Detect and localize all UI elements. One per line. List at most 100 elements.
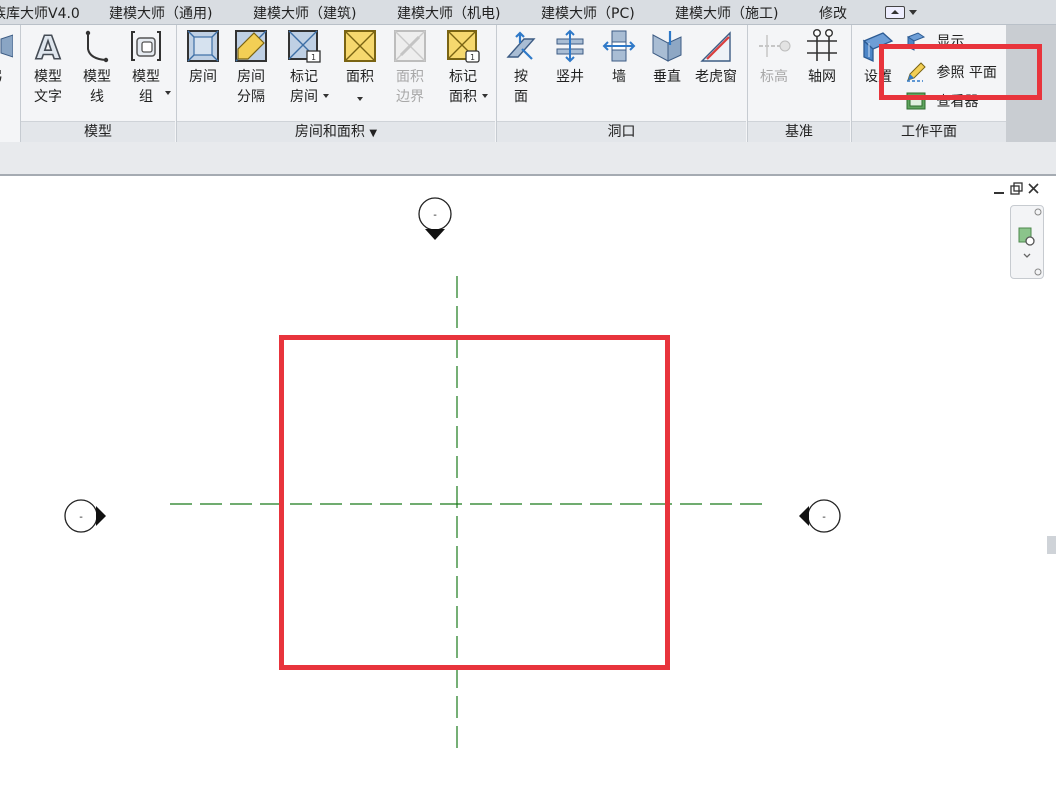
grid-button[interactable]: 轴网 (798, 29, 846, 87)
wall-opening-icon (602, 30, 636, 62)
ribbon: 弓 A 模型 文字 模型 线 模型 组 模型 房间 (0, 25, 1006, 143)
shaft-icon (556, 29, 584, 63)
partial-left-button[interactable]: 弓 (0, 29, 20, 87)
set-workplane-icon (862, 32, 894, 63)
chevron-down-icon[interactable] (1023, 253, 1031, 258)
reference-plane-label: 参照 平面 (936, 65, 997, 81)
shaft-label: 竖井 (556, 69, 584, 85)
minimize-icon[interactable] (994, 192, 1004, 194)
model-text-icon: A (35, 29, 62, 63)
tag-room-icon: 1 (288, 30, 321, 63)
set-workplane-button[interactable]: 设置 (854, 29, 902, 87)
area-boundary-icon (394, 30, 426, 62)
area-button[interactable]: 面积 (336, 29, 384, 87)
model-text-label: 模型 文字 (34, 69, 62, 105)
grid-label: 轴网 (808, 69, 836, 85)
dormer-icon (700, 31, 731, 62)
level-icon (759, 35, 791, 57)
elevation-marker-right-label: - (822, 512, 826, 523)
drawing-svg: - - - (64, 197, 841, 756)
room-label: 房间 (189, 69, 217, 85)
model-line-button[interactable]: 模型 线 (73, 29, 121, 107)
dropdown-arrow-icon (357, 97, 363, 101)
panel-expand-icon: ▼ (369, 128, 378, 139)
by-face-button[interactable]: 按 面 (497, 29, 545, 107)
elevation-marker-left-label: - (79, 512, 83, 523)
model-line-label: 模型 线 (83, 69, 111, 105)
show-workplane-button[interactable]: 显示 (906, 31, 964, 53)
grid-icon (807, 29, 837, 61)
svg-text:1: 1 (470, 53, 475, 62)
shaft-button[interactable]: 竖井 (546, 29, 594, 87)
tab-modify[interactable]: 修改 (819, 3, 847, 23)
tag-area-button[interactable]: 1 标记 面积 (439, 29, 487, 107)
panel-title-datum: 基准 (748, 121, 850, 143)
ribbon-display-toggle[interactable] (885, 4, 917, 19)
dropdown-arrow-icon (165, 91, 171, 95)
dormer-button[interactable]: 老虎窗 (692, 29, 740, 87)
ribbon-toggle-icon (885, 6, 905, 19)
vertical-opening-icon (652, 31, 682, 62)
panel-title-room-area[interactable]: 房间和面积 ▼ (177, 121, 495, 143)
model-text-button[interactable]: A 模型 文字 (24, 29, 72, 107)
model-group-icon (131, 31, 161, 61)
partial-left-label: 弓 (0, 67, 20, 87)
dormer-label: 老虎窗 (695, 69, 737, 85)
room-separator-button[interactable]: 房间 分隔 (227, 29, 275, 107)
reference-plane-button[interactable]: 参照 平面 (906, 62, 997, 84)
vertical-opening-button[interactable]: 垂直 (643, 29, 691, 87)
workplane-viewer-icon (906, 92, 926, 110)
tab-modeling-mep[interactable]: 建模大师（机电) (397, 3, 500, 23)
room-separator-icon (235, 30, 267, 62)
tab-modeling-pc[interactable]: 建模大师（PC) (541, 3, 635, 23)
tag-room-button[interactable]: 1 标记 房间 (280, 29, 328, 107)
workplane-viewer-button[interactable]: 查看器 (906, 91, 978, 113)
scrollbar-thumb[interactable] (1047, 536, 1056, 554)
model-group-button[interactable]: 模型 组 (122, 29, 170, 107)
dropdown-arrow-icon (909, 10, 917, 15)
area-boundary-label: 面积 边界 (396, 69, 424, 105)
tag-area-icon: 1 (447, 30, 480, 63)
elevation-marker-top[interactable]: - (418, 197, 452, 240)
wall-opening-button[interactable]: 墙 (595, 29, 643, 87)
wall-opening-label: 墙 (612, 69, 626, 85)
navbar-close-icon[interactable] (1034, 208, 1042, 216)
view-window-controls (992, 182, 1044, 196)
elevation-marker-left[interactable]: - (64, 499, 106, 533)
elevation-marker-right[interactable]: - (799, 499, 841, 533)
level-label: 标高 (760, 69, 788, 85)
ribbon-empty-area (1006, 25, 1056, 142)
workplane-viewer-label: 查看器 (936, 94, 979, 110)
area-boundary-button[interactable]: 面积 边界 (386, 29, 434, 107)
navigation-bar (1010, 205, 1044, 279)
menu-tab-bar: 族库大师V4.0 建模大师（通用) 建模大师（建筑) 建模大师（机电) 建模大师… (0, 0, 1056, 25)
room-button[interactable]: 房间 (179, 29, 227, 87)
by-face-icon (506, 31, 536, 60)
navbar-options-icon[interactable] (1034, 268, 1042, 276)
tab-family-library[interactable]: 族库大师V4.0 (0, 3, 80, 23)
tab-modeling-architecture[interactable]: 建模大师（建筑) (253, 3, 356, 23)
area-icon (344, 30, 376, 62)
close-icon[interactable] (1028, 183, 1039, 194)
model-line-icon (85, 30, 109, 63)
dropdown-arrow-icon (482, 94, 488, 98)
by-face-label: 按 面 (514, 69, 528, 105)
tag-area-label: 标记 面积 (449, 69, 477, 105)
zoom-icon[interactable] (1018, 227, 1035, 246)
partial-icon (0, 34, 13, 58)
drawing-canvas[interactable]: - - - (0, 176, 1056, 795)
tab-modeling-construction[interactable]: 建模大师（施工) (675, 3, 778, 23)
dropdown-arrow-icon (323, 94, 329, 98)
tab-modeling-general[interactable]: 建模大师（通用) (109, 3, 212, 23)
restore-icon[interactable] (1010, 182, 1023, 195)
tag-room-label: 标记 房间 (290, 69, 318, 105)
room-icon (187, 30, 219, 62)
elevation-marker-top-label: - (433, 210, 437, 221)
svg-text:A: A (36, 29, 61, 63)
level-button[interactable]: 标高 (750, 29, 798, 87)
show-workplane-icon (906, 32, 926, 51)
vertical-opening-label: 垂直 (653, 69, 681, 85)
svg-text:1: 1 (311, 53, 316, 62)
reference-plane-icon (907, 62, 926, 82)
show-workplane-label: 显示 (936, 34, 965, 50)
